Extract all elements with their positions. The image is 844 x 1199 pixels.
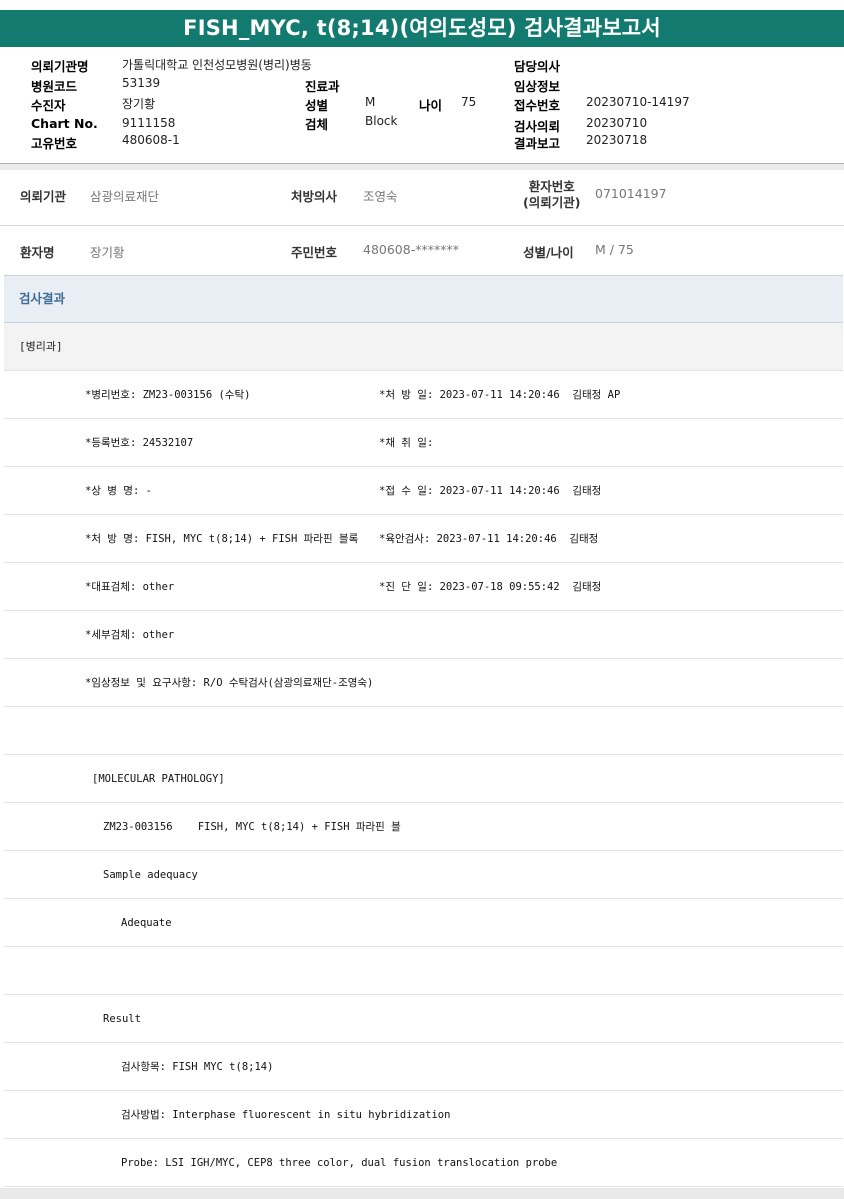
detail-row-text: Result [103, 1013, 141, 1025]
report-row-left: *상 병 명: - [85, 485, 152, 497]
info-row-1: 의뢰기관 삼광의료재단 처방의사 조영숙 환자번호 (의뢰기관) 0710141… [0, 170, 844, 226]
report-row-left: *처 방 명: FISH, MYC t(8;14) + FISH 파라핀 블록 [85, 533, 359, 545]
sex-value: M [365, 95, 376, 109]
request-date-value: 20230710 [586, 116, 648, 130]
detail-row: Result [4, 995, 843, 1043]
report-row-right: *접 수 일: 2023-07-11 14:20:46 김태정 [379, 485, 602, 497]
report-row-left: *세부검체: other [85, 629, 175, 641]
doctor-label: 담당의사 [514, 59, 561, 74]
detail-row: 검사항목: FISH MYC t(8;14) [4, 1043, 843, 1091]
detail-row-text: [MOLECULAR PATHOLOGY] [92, 773, 225, 785]
detail-row [4, 947, 843, 995]
prescribing-doctor-value: 조영숙 [363, 189, 398, 204]
report-row-right: *채 취 일: [379, 437, 434, 449]
patient-number-value: 071014197 [595, 186, 667, 201]
clinical-info-label: 임상정보 [514, 79, 561, 94]
report-row: *세부검체: other [4, 611, 843, 659]
accession-no-label: 접수번호 [514, 98, 561, 113]
hospital-name-label: 의뢰기관명 [31, 59, 89, 74]
report-row: *처 방 명: FISH, MYC t(8;14) + FISH 파라핀 블록 … [4, 515, 843, 563]
sex-age-value: M / 75 [595, 242, 634, 257]
patient-name-value: 장기황 [90, 245, 125, 260]
report-row-right: *육안검사: 2023-07-11 14:20:46 김태정 [379, 533, 599, 545]
report-row: *등록번호: 24532107 *채 취 일: [4, 419, 843, 467]
detail-row: [MOLECULAR PATHOLOGY] [4, 755, 843, 803]
patient-name-label: 환자명 [20, 245, 55, 260]
prescribing-doctor-label: 처방의사 [291, 189, 338, 204]
hospital-name-value: 가톨릭대학교 인천성모병원(병리)병동 [122, 58, 312, 72]
chart-no-label: Chart No. [31, 116, 98, 131]
unique-id-label: 고유번호 [31, 136, 78, 151]
bottom-scroll-band [0, 1188, 844, 1199]
patient-value: 장기황 [122, 97, 156, 111]
accession-no-value: 20230710-14197 [586, 95, 690, 109]
unique-id-value: 480608-1 [122, 133, 180, 147]
detail-row-text: Probe: LSI IGH/MYC, CEP8 three color, du… [121, 1157, 558, 1169]
requesting-org-label: 의뢰기관 [20, 189, 67, 204]
age-value: 75 [461, 95, 477, 109]
report-row-right: *처 방 일: 2023-07-11 14:20:46 김태정 AP [379, 389, 621, 401]
detail-row-text: ZM23-003156 FISH, MYC t(8;14) + FISH 파라핀… [103, 821, 401, 833]
hospital-code-value: 53139 [122, 76, 161, 90]
report-header: 의뢰기관명 가톨릭대학교 인천성모병원(병리)병동 병원코드 53139 수진자… [0, 54, 844, 151]
section-title-results: 검사결과 [4, 275, 843, 323]
detail-row-text: Sample adequacy [103, 869, 198, 881]
department-label: 진료과 [305, 79, 340, 94]
detail-row [4, 707, 843, 755]
specimen-label: 검체 [305, 117, 329, 132]
info-row-2: 환자명 장기황 주민번호 480608-******* 성별/나이 M / 75 [0, 226, 844, 274]
detail-row: ZM23-003156 FISH, MYC t(8;14) + FISH 파라핀… [4, 803, 843, 851]
report-date-value: 20230718 [586, 133, 648, 147]
report-row-left: *병리번호: ZM23-003156 (수탁) [85, 389, 251, 401]
requesting-org-value: 삼광의료재단 [90, 189, 160, 204]
detail-row: Adequate [4, 899, 843, 947]
report-row-right: *진 단 일: 2023-07-18 09:55:42 김태정 [379, 581, 602, 593]
detail-row-text: 검사항목: FISH MYC t(8;14) [121, 1061, 274, 1073]
report-row-left: *등록번호: 24532107 [85, 437, 194, 449]
hospital-code-label: 병원코드 [31, 79, 78, 94]
resident-number-value: 480608-******* [363, 242, 459, 257]
department-row: [병리과] [4, 323, 843, 371]
report-row: *대표검체: other *진 단 일: 2023-07-18 09:55:42… [4, 563, 843, 611]
report-row: *병리번호: ZM23-003156 (수탁) *처 방 일: 2023-07-… [4, 371, 843, 419]
patient-number-label: 환자번호 (의뢰기관) [523, 179, 581, 210]
sex-label: 성별 [305, 98, 329, 113]
detail-row-text: 검사방법: Interphase fluorescent in situ hyb… [121, 1109, 451, 1121]
detail-row: Probe: LSI IGH/MYC, CEP8 three color, du… [4, 1139, 843, 1187]
report-row-left: *대표검체: other [85, 581, 175, 593]
report-row-left: *임상정보 및 요구사항: R/O 수탁검사(삼광의료재단-조영숙) [85, 677, 374, 689]
report-row: *상 병 명: - *접 수 일: 2023-07-11 14:20:46 김태… [4, 467, 843, 515]
report-date-label: 결과보고 [514, 136, 561, 151]
chart-no-value: 9111158 [122, 116, 176, 130]
specimen-value: Block [365, 114, 398, 128]
detail-row: 검사방법: Interphase fluorescent in situ hyb… [4, 1091, 843, 1139]
patient-label: 수진자 [31, 98, 66, 113]
report-row: *임상정보 및 요구사항: R/O 수탁검사(삼광의료재단-조영숙) [4, 659, 843, 707]
detail-row: Sample adequacy [4, 851, 843, 899]
resident-number-label: 주민번호 [291, 245, 338, 260]
age-label: 나이 [419, 98, 443, 113]
report-title: FISH_MYC, t(8;14)(여의도성모) 검사결과보고서 [0, 10, 844, 47]
sex-age-label: 성별/나이 [523, 245, 574, 260]
detail-row-text: Adequate [121, 917, 172, 929]
